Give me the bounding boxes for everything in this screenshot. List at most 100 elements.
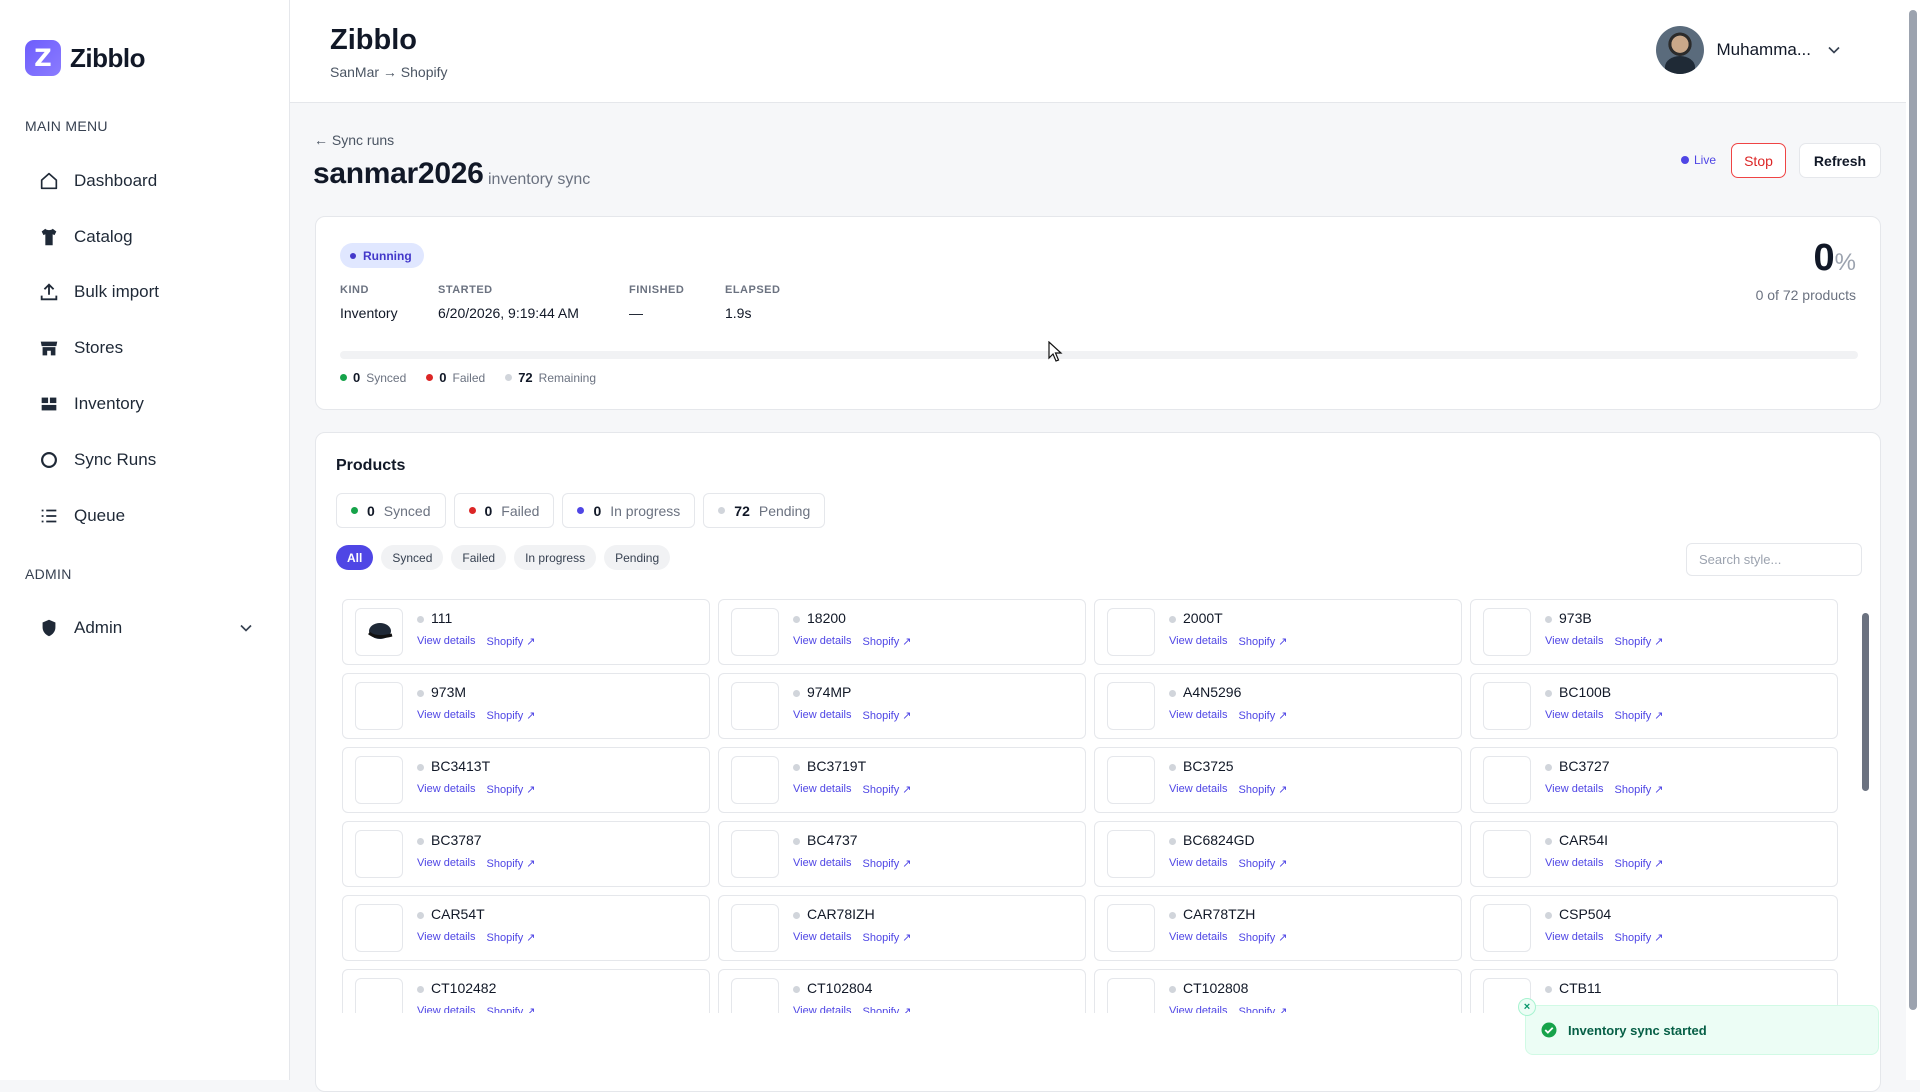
stop-button[interactable]: Stop [1731, 143, 1786, 178]
view-details-link[interactable]: View details [793, 709, 852, 722]
product-code: CAR78IZH [807, 906, 875, 922]
shopify-link[interactable]: Shopify ↗ [863, 857, 912, 870]
shopify-link[interactable]: Shopify ↗ [1239, 931, 1288, 944]
product-card[interactable]: 973B View details Shopify ↗ [1470, 599, 1838, 665]
view-details-link[interactable]: View details [417, 857, 476, 870]
sidebar-item-admin[interactable]: Admin [38, 613, 122, 643]
shopify-link[interactable]: Shopify ↗ [487, 635, 536, 648]
view-details-link[interactable]: View details [1545, 709, 1604, 722]
shopify-link[interactable]: Shopify ↗ [863, 635, 912, 648]
product-card[interactable]: BC3727 View details Shopify ↗ [1470, 747, 1838, 813]
view-details-link[interactable]: View details [793, 635, 852, 648]
view-details-link[interactable]: View details [1169, 635, 1228, 648]
product-card[interactable]: A4N5296 View details Shopify ↗ [1094, 673, 1462, 739]
products-grid-scroller[interactable]: 111 View details Shopify ↗ 18200 View detail… [336, 593, 1866, 1013]
close-icon[interactable]: × [1518, 998, 1536, 1016]
view-details-link[interactable]: View details [417, 931, 476, 944]
chevron-down-icon[interactable] [236, 618, 256, 638]
search-input[interactable] [1686, 543, 1862, 576]
view-details-link[interactable]: View details [1169, 783, 1228, 796]
view-details-link[interactable]: View details [793, 931, 852, 944]
product-card[interactable]: BC4737 View details Shopify ↗ [718, 821, 1086, 887]
scrollbar-thumb[interactable] [1862, 613, 1869, 791]
product-card[interactable]: 974MP View details Shopify ↗ [718, 673, 1086, 739]
back-to-sync-runs-link[interactable]: ← Sync runs [314, 132, 394, 148]
shopify-link[interactable]: Shopify ↗ [487, 783, 536, 796]
grid-scrollbar[interactable] [1860, 593, 1870, 1033]
sidebar-item-queue[interactable]: Queue [38, 501, 125, 531]
product-card[interactable]: CT102482 View details Shopify ↗ [342, 969, 710, 1013]
filter-tab[interactable]: All [336, 545, 374, 570]
view-details-link[interactable]: View details [417, 1005, 476, 1013]
view-details-link[interactable]: View details [417, 709, 476, 722]
product-links: View details Shopify ↗ [417, 931, 535, 944]
view-details-link[interactable]: View details [1169, 709, 1228, 722]
view-details-link[interactable]: View details [1545, 931, 1604, 944]
scrollbar-thumb[interactable] [1909, 10, 1917, 1010]
product-card[interactable]: BC6824GD View details Shopify ↗ [1094, 821, 1462, 887]
filter-tab[interactable]: Pending [604, 545, 671, 570]
product-card[interactable]: CAR54T View details Shopify ↗ [342, 895, 710, 961]
shopify-link[interactable]: Shopify ↗ [487, 857, 536, 870]
filter-tab[interactable]: In progress [514, 545, 597, 570]
view-details-link[interactable]: View details [1545, 783, 1604, 796]
product-card[interactable]: CAR78TZH View details Shopify ↗ [1094, 895, 1462, 961]
shopify-link[interactable]: Shopify ↗ [1239, 635, 1288, 648]
shopify-link[interactable]: Shopify ↗ [1615, 635, 1664, 648]
shopify-link[interactable]: Shopify ↗ [487, 931, 536, 944]
product-links: View details Shopify ↗ [793, 635, 911, 648]
shopify-link[interactable]: Shopify ↗ [1239, 783, 1288, 796]
view-details-link[interactable]: View details [793, 857, 852, 870]
sidebar-item-bulk-import[interactable]: Bulk import [38, 277, 159, 307]
view-details-link[interactable]: View details [1545, 857, 1604, 870]
view-details-link[interactable]: View details [793, 783, 852, 796]
refresh-button[interactable]: Refresh [1799, 143, 1881, 178]
brand-logo[interactable]: Z Zibblo [25, 40, 145, 76]
product-card[interactable]: CT102808 View details Shopify ↗ [1094, 969, 1462, 1013]
product-card[interactable]: CSP504 View details Shopify ↗ [1470, 895, 1838, 961]
view-details-link[interactable]: View details [793, 1005, 852, 1013]
shopify-link[interactable]: Shopify ↗ [1239, 1005, 1288, 1013]
view-details-link[interactable]: View details [1169, 857, 1228, 870]
filter-tab[interactable]: Synced [381, 545, 444, 570]
shopify-link[interactable]: Shopify ↗ [863, 709, 912, 722]
user-menu[interactable]: Muhamma... [1655, 26, 1844, 74]
shopify-link[interactable]: Shopify ↗ [863, 783, 912, 796]
product-card[interactable]: 2000T View details Shopify ↗ [1094, 599, 1462, 665]
shopify-link[interactable]: Shopify ↗ [1615, 783, 1664, 796]
product-card[interactable]: BC100B View details Shopify ↗ [1470, 673, 1838, 739]
view-details-link[interactable]: View details [1169, 1005, 1228, 1013]
shopify-link[interactable]: Shopify ↗ [487, 709, 536, 722]
filter-tab[interactable]: Failed [451, 545, 507, 570]
sidebar-item-sync-runs[interactable]: Sync Runs [38, 445, 156, 475]
product-card[interactable]: BC3413T View details Shopify ↗ [342, 747, 710, 813]
shirt-icon [41, 228, 57, 246]
shopify-link[interactable]: Shopify ↗ [1239, 857, 1288, 870]
product-card[interactable]: BC3725 View details Shopify ↗ [1094, 747, 1462, 813]
view-details-link[interactable]: View details [1169, 931, 1228, 944]
shopify-link[interactable]: Shopify ↗ [1615, 931, 1664, 944]
product-card[interactable]: CAR78IZH View details Shopify ↗ [718, 895, 1086, 961]
sidebar-item-dashboard[interactable]: Dashboard [38, 166, 157, 196]
shopify-link[interactable]: Shopify ↗ [487, 1005, 536, 1013]
sidebar-item-stores[interactable]: Stores [38, 333, 123, 363]
product-card[interactable]: 18200 View details Shopify ↗ [718, 599, 1086, 665]
product-card[interactable]: 111 View details Shopify ↗ [342, 599, 710, 665]
shopify-link[interactable]: Shopify ↗ [863, 1005, 912, 1013]
shopify-link[interactable]: Shopify ↗ [1615, 857, 1664, 870]
sidebar-item-catalog[interactable]: Catalog [38, 222, 133, 252]
product-card[interactable]: CAR54I View details Shopify ↗ [1470, 821, 1838, 887]
product-card[interactable]: BC3787 View details Shopify ↗ [342, 821, 710, 887]
page-scrollbar[interactable] [1906, 0, 1920, 1080]
shopify-link[interactable]: Shopify ↗ [1615, 709, 1664, 722]
shopify-link[interactable]: Shopify ↗ [863, 931, 912, 944]
product-card[interactable]: BC3719T View details Shopify ↗ [718, 747, 1086, 813]
product-card[interactable]: 973M View details Shopify ↗ [342, 673, 710, 739]
view-details-link[interactable]: View details [417, 635, 476, 648]
shopify-link[interactable]: Shopify ↗ [1239, 709, 1288, 722]
view-details-link[interactable]: View details [1545, 635, 1604, 648]
sidebar-item-inventory[interactable]: Inventory [38, 389, 144, 419]
view-details-link[interactable]: View details [417, 783, 476, 796]
product-card[interactable]: CT102804 View details Shopify ↗ [718, 969, 1086, 1013]
logo-icon: Z [25, 40, 61, 76]
